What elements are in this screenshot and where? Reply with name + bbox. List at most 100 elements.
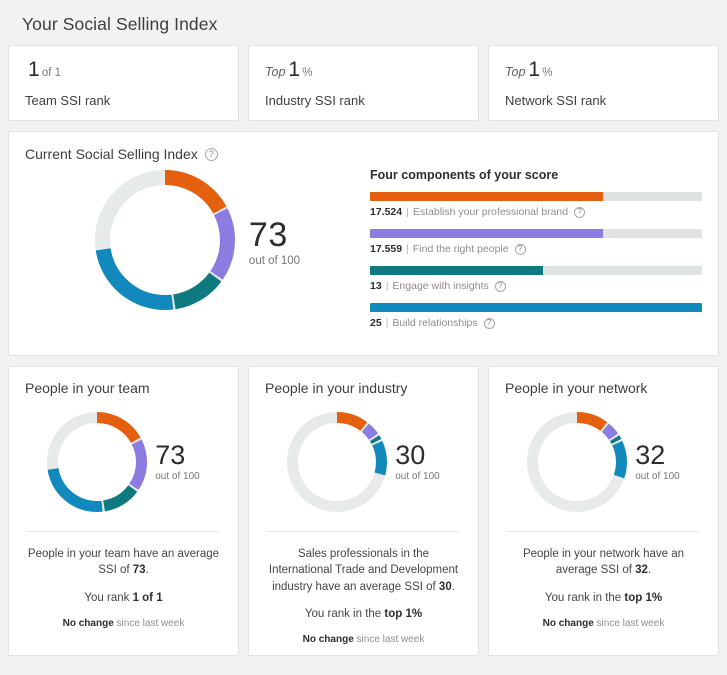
rank-text: You rank in the top 1% — [265, 606, 462, 622]
page-title: Your Social Selling Index — [22, 14, 218, 34]
change-period: since last week — [593, 617, 665, 629]
rank-label: Team SSI rank — [25, 93, 111, 108]
question-circle-icon[interactable]: ? — [514, 243, 526, 255]
rank-prefix: You rank — [84, 591, 133, 604]
rank-suffix: % — [542, 67, 553, 79]
component-bar-track — [370, 229, 702, 238]
question-circle-icon[interactable]: ? — [483, 317, 495, 329]
comparison-chart-area: 30 out of 100 — [265, 404, 462, 519]
rank-value: Top 1% — [505, 59, 702, 80]
change-status: No change — [302, 634, 354, 646]
donut-svg — [527, 411, 628, 512]
component-row: 13 | Engage with insights? — [370, 266, 702, 292]
component-value: 17.524 — [370, 206, 403, 218]
comparison-card-footer: Sales professionals in the International… — [265, 532, 462, 648]
component-value: 17.559 — [370, 243, 403, 255]
comparison-score-value: 32 — [635, 439, 666, 470]
component-label: 25 | Build relationships? — [370, 317, 702, 329]
components-panel: Four components of your score 17.524 | Est… — [370, 164, 702, 340]
donut-svg — [47, 411, 148, 512]
components-title: Four components of your score — [370, 168, 559, 182]
component-value: 13 — [370, 280, 382, 292]
rank-value: Top 1% — [265, 59, 462, 80]
component-label: 17.559 | Find the right people? — [370, 243, 702, 255]
comparison-score-caption: out of 100 — [635, 470, 680, 482]
change-text: No change since last week — [25, 617, 222, 631]
comparison-score-caption: out of 100 — [155, 470, 200, 482]
rank-card-team[interactable]: 1 of 1 Team SSI rank — [8, 45, 239, 121]
comparison-card: People in your team 73 out of 100 People in… — [8, 366, 239, 656]
component-bar-track — [370, 192, 702, 201]
average-ssi-prefix: People in your network have an average S… — [522, 548, 685, 577]
average-ssi-value: 32 — [635, 564, 648, 577]
rank-prefix: You rank in the — [544, 591, 625, 604]
component-row: 17.524 | Establish your professional brand… — [370, 192, 702, 218]
question-circle-icon[interactable]: ? — [494, 280, 506, 292]
comparison-score-value: 73 — [155, 439, 186, 470]
rank-number: 1 — [528, 58, 541, 81]
question-circle-icon[interactable]: ? — [574, 206, 586, 218]
rank-number: 1 — [28, 58, 40, 81]
component-separator: | — [385, 317, 389, 329]
ssi-score-value: 73 — [248, 216, 288, 254]
comparison-score-block: 32 out of 100 — [635, 439, 680, 482]
change-period: since last week — [113, 617, 185, 629]
average-ssi-prefix: People in your team have an average SSI … — [27, 548, 220, 577]
rank-text: You rank 1 of 1 — [25, 590, 222, 606]
component-label: 13 | Engage with insights? — [370, 280, 702, 292]
donut-svg — [94, 170, 235, 310]
change-period: since last week — [353, 634, 425, 646]
comparison-card-title: People in your industry — [265, 380, 408, 396]
comparison-chart-area: 73 out of 100 — [25, 404, 222, 519]
component-bar-fill — [370, 303, 702, 312]
component-bar-fill — [370, 266, 543, 275]
component-separator: | — [385, 280, 389, 292]
component-name: Find the right people — [412, 243, 509, 255]
component-separator: | — [406, 206, 409, 218]
comparison-score-caption: out of 100 — [395, 470, 440, 482]
component-separator: | — [406, 243, 409, 255]
comparison-card-row: People in your team 73 out of 100 People in… — [8, 366, 719, 656]
component-label: 17.524 | Establish your professional brand… — [370, 206, 702, 218]
component-name: Engage with insights — [392, 280, 489, 292]
rank-card-row: 1 of 1 Team SSI rank Top 1% Industry SSI r… — [8, 45, 719, 121]
component-bar-track — [370, 266, 702, 275]
change-status: No change — [62, 617, 114, 629]
component-row: 25 | Build relationships? — [370, 303, 702, 329]
ssi-donut-chart — [94, 170, 235, 315]
comparison-card-title: People in your team — [25, 380, 150, 396]
rank-prefix: You rank in the — [304, 607, 385, 620]
change-status: No change — [542, 617, 594, 629]
rank-text: You rank in the top 1% — [505, 590, 702, 606]
component-row: 17.559 | Find the right people? — [370, 229, 702, 255]
component-bar-fill — [370, 229, 604, 238]
rank-label: Network SSI rank — [505, 93, 607, 108]
rank-card-industry[interactable]: Top 1% Industry SSI rank — [248, 45, 479, 121]
comparison-score-block: 73 out of 100 — [155, 439, 200, 482]
rank-prefix: Top — [265, 65, 286, 79]
change-text: No change since last week — [265, 633, 462, 647]
component-bar-track — [370, 303, 702, 312]
rank-value: top 1% — [624, 591, 663, 604]
rank-value: top 1% — [384, 607, 423, 620]
comparison-card: People in your network 32 out of 100 People… — [488, 366, 719, 656]
ssi-score-caption: out of 100 — [248, 255, 301, 267]
average-ssi-prefix: Sales professionals in the International… — [268, 548, 459, 593]
rank-suffix: % — [302, 67, 313, 79]
comparison-card-footer: People in your team have an average SSI … — [25, 532, 222, 631]
component-bar-fill — [370, 192, 603, 201]
ssi-dashboard: Your Social Selling Index 1 of 1 Team SSI… — [0, 0, 727, 656]
comparison-card-footer: People in your network have an average S… — [505, 532, 702, 631]
average-ssi-text: People in your network have an average S… — [522, 548, 685, 577]
component-name: Build relationships — [392, 317, 478, 329]
component-name: Establish your professional brand — [412, 206, 569, 218]
question-circle-icon[interactable]: ? — [204, 147, 218, 161]
components-list: 17.524 | Establish your professional brand… — [370, 192, 702, 329]
rank-card-network[interactable]: Top 1% Network SSI rank — [488, 45, 719, 121]
current-ssi-card: Current Social Selling Index ? 73 out of… — [8, 131, 719, 356]
average-ssi-text: Sales professionals in the International… — [268, 548, 459, 593]
rank-prefix: Top — [505, 65, 526, 79]
comparison-card: People in your industry 30 out of 100 Sales… — [248, 366, 479, 656]
ssi-score-block: 73 out of 100 — [249, 218, 300, 267]
change-text: No change since last week — [505, 617, 702, 631]
